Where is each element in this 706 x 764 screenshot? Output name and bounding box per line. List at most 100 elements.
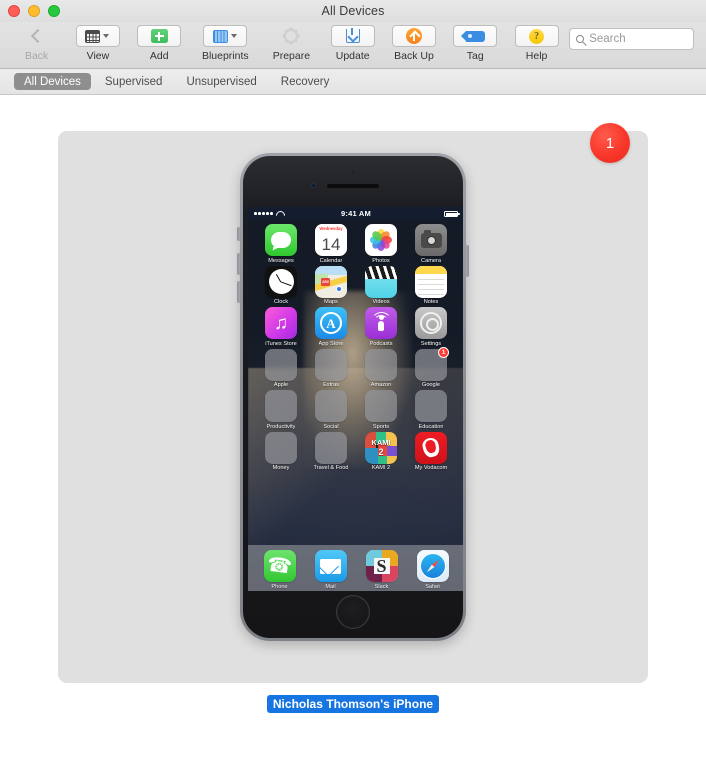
folder-sports[interactable]: Sports — [356, 390, 406, 430]
question-circle-icon: ? — [529, 28, 545, 44]
app-camera[interactable]: Camera — [406, 224, 456, 264]
folder-money[interactable]: Money — [256, 431, 306, 471]
view-button[interactable] — [75, 25, 120, 47]
app-notes[interactable]: Notes — [406, 265, 456, 305]
dock-app-phone[interactable]: ☎ Phone — [263, 550, 296, 590]
app-maps[interactable]: 280 Maps — [306, 265, 356, 305]
device-name-label[interactable]: Nicholas Thomson's iPhone — [266, 695, 440, 713]
app-kami-2[interactable]: KAMI 2 KAMI 2 — [356, 431, 406, 471]
add-button[interactable] — [137, 25, 182, 47]
search-icon — [576, 35, 585, 43]
app-my-vodacom[interactable]: My Vodacom — [406, 431, 456, 471]
tab-recovery[interactable]: Recovery — [271, 73, 340, 90]
folder-google[interactable]: 1 Google — [406, 346, 456, 388]
folder-travel-and-food[interactable]: Travel & Food — [306, 431, 356, 471]
maximize-window-button[interactable] — [48, 5, 60, 17]
dock-app-mail[interactable]: Mail — [314, 550, 347, 590]
mute-switch — [237, 227, 240, 241]
window-controls — [8, 0, 60, 22]
back-chevron-icon — [31, 28, 46, 44]
app-label: Safari — [425, 583, 440, 590]
window-title: All Devices — [321, 4, 385, 18]
calendar-weekday: Wednesday — [315, 224, 347, 232]
vodacom-icon — [415, 431, 447, 464]
backup-button[interactable] — [391, 25, 436, 47]
search-field[interactable]: Search — [569, 28, 694, 50]
app-clock[interactable]: Clock — [256, 265, 306, 305]
app-label: Social — [323, 423, 339, 430]
maps-route-shield: 280 — [321, 277, 330, 286]
folder-education[interactable]: Education — [406, 390, 456, 430]
toolbar-item-help[interactable]: ? Help — [508, 25, 565, 62]
app-label: Extras — [323, 382, 339, 388]
toolbar-item-tag[interactable]: Tag — [447, 25, 504, 62]
messages-icon — [265, 224, 297, 256]
app-app-store[interactable]: A App Store — [306, 307, 356, 347]
main-toolbar: Back View Add Blueprints Prepare Update … — [0, 22, 706, 69]
app-label: Mail — [325, 583, 336, 590]
toolbar-item-blueprints[interactable]: Blueprints — [192, 25, 259, 62]
tab-unsupervised[interactable]: Unsupervised — [176, 73, 266, 90]
tab-all-devices[interactable]: All Devices — [14, 73, 91, 90]
app-photos[interactable]: Photos — [356, 224, 406, 264]
app-label: Slack — [374, 583, 389, 590]
app-label: Amazon — [370, 382, 392, 388]
app-itunes-store[interactable]: ♫ iTunes Store — [256, 307, 306, 347]
videos-icon — [365, 265, 397, 298]
plus-icon — [150, 29, 168, 43]
device-card[interactable]: 1 9:41 AM Messages Wednesday 14 Calendar… — [58, 123, 648, 683]
earpiece-speaker — [327, 184, 379, 188]
help-button[interactable]: ? — [514, 25, 559, 47]
update-button[interactable] — [330, 25, 375, 47]
app-label: Clock — [274, 299, 288, 305]
toolbar-label-view: View — [86, 50, 110, 62]
grid-view-icon — [85, 29, 101, 43]
folder-social[interactable]: Social — [306, 390, 356, 430]
app-settings[interactable]: Settings — [406, 307, 456, 347]
toolbar-item-update[interactable]: Update — [324, 25, 381, 62]
close-window-button[interactable] — [8, 5, 20, 17]
blueprints-button[interactable] — [203, 25, 248, 47]
volume-down-button — [237, 281, 240, 303]
toolbar-item-prepare[interactable]: Prepare — [263, 25, 320, 62]
app-label: Podcasts — [369, 340, 393, 347]
prepare-button[interactable] — [269, 25, 313, 47]
kami-2-icon: KAMI 2 — [365, 431, 397, 464]
slack-icon: S — [365, 550, 398, 582]
back-button[interactable] — [15, 25, 59, 47]
app-podcasts[interactable]: Podcasts — [356, 307, 406, 347]
toolbar-item-back[interactable]: Back — [8, 25, 65, 62]
folder-productivity[interactable]: Productivity — [256, 390, 306, 430]
toolbar-item-view[interactable]: View — [69, 25, 126, 62]
home-screen-grid: Messages Wednesday 14 Calendar Photos Ca… — [248, 221, 463, 471]
dock-app-safari[interactable]: Safari — [416, 550, 449, 590]
app-label: Phone — [271, 583, 288, 590]
folder-icon — [415, 390, 447, 422]
app-label: Notes — [423, 299, 439, 305]
filter-tabbar: All Devices Supervised Unsupervised Reco… — [0, 69, 706, 95]
volume-up-button — [237, 253, 240, 275]
folder-amazon[interactable]: Amazon — [356, 348, 406, 388]
app-label: Apple — [273, 382, 289, 388]
app-messages[interactable]: Messages — [256, 224, 306, 264]
blueprint-grid-icon — [212, 29, 228, 43]
dock-app-slack[interactable]: S Slack — [365, 550, 398, 590]
proximity-sensor — [351, 170, 355, 174]
toolbar-label-tag: Tag — [466, 50, 484, 62]
tab-supervised[interactable]: Supervised — [95, 73, 173, 90]
folder-icon — [315, 390, 347, 422]
toolbar-item-add[interactable]: Add — [131, 25, 188, 62]
minimize-window-button[interactable] — [28, 5, 40, 17]
toolbar-item-backup[interactable]: Back Up — [385, 25, 442, 62]
tag-button[interactable] — [453, 25, 498, 47]
app-calendar[interactable]: Wednesday 14 Calendar — [306, 224, 356, 264]
device-name-row: Nicholas Thomson's iPhone — [58, 695, 648, 713]
settings-gear-icon — [415, 307, 447, 339]
folder-apple[interactable]: Apple — [256, 348, 306, 388]
notes-icon — [415, 265, 447, 298]
app-videos[interactable]: Videos — [356, 265, 406, 305]
calendar-day: 14 — [321, 234, 341, 254]
app-label: KAMI 2 — [371, 465, 391, 471]
app-store-letter: A — [320, 312, 342, 334]
folder-extras[interactable]: Extras — [306, 348, 356, 388]
